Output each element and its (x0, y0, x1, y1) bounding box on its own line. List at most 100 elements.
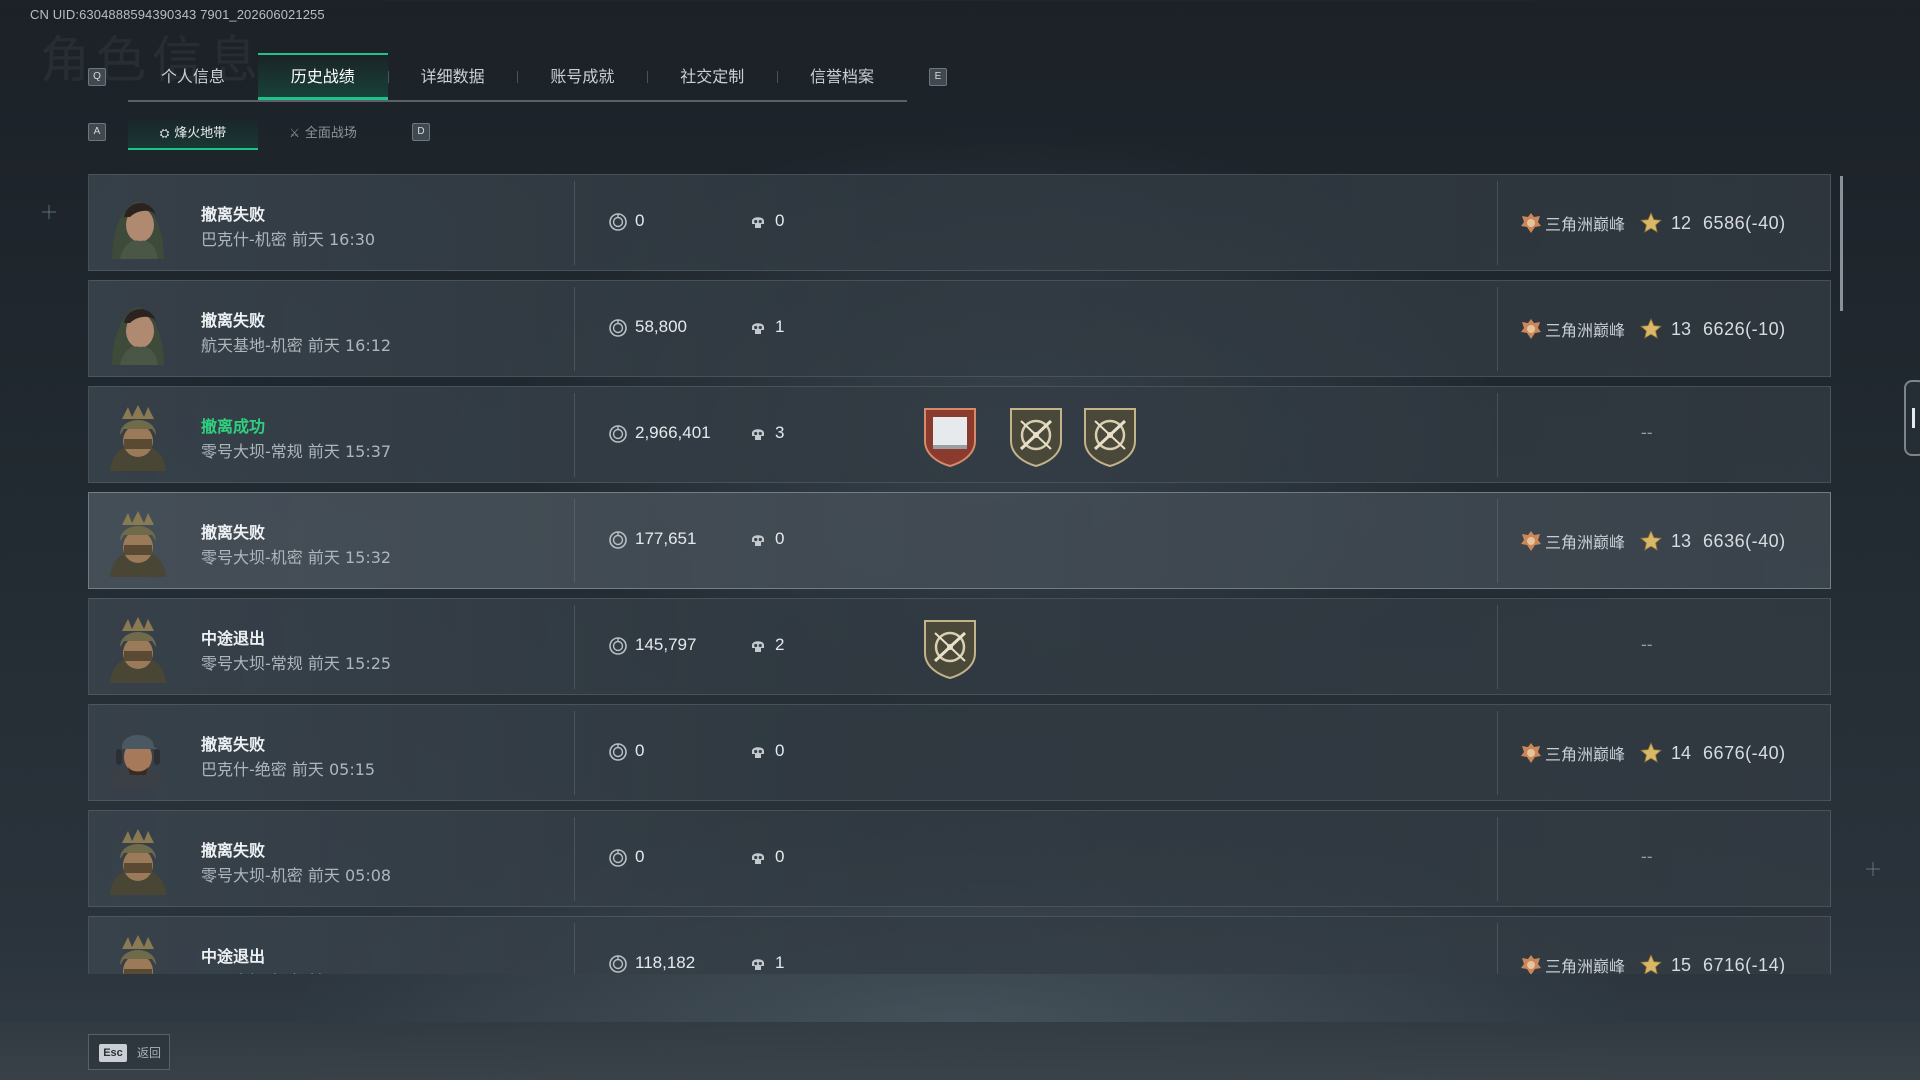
match-time: 前天 15:37 (307, 442, 392, 461)
extracted-value: 118,182 (635, 953, 696, 972)
match-time: 前天 05:08 (307, 866, 392, 885)
row-divider (574, 817, 575, 901)
match-record-row[interactable]: 撤离成功 零号大坝-常规 前天 15:37 2,966,401 3 -- (88, 386, 1831, 483)
kills-skull-icon (749, 213, 767, 231)
row-divider (574, 499, 575, 583)
match-map: 零号大坝-常规 (201, 442, 303, 461)
kills-skull-icon (749, 637, 767, 655)
scrollbar[interactable] (1840, 176, 1843, 311)
match-record-row[interactable]: 撤离失败 巴克什-绝密 前天 05:15 0 0 三角洲巅峰 14 6676(-40) (88, 704, 1831, 801)
match-record-row[interactable]: 撤离失败 巴克什-机密 前天 16:30 0 0 三角洲巅峰 12 6586(-40) (88, 174, 1831, 271)
value-coin-icon (609, 531, 627, 549)
value-coin-icon (609, 425, 627, 443)
match-time: 前天 04:55 (308, 972, 391, 974)
rank-name: 三角洲巅峰 (1545, 533, 1626, 552)
value-coin-icon (609, 955, 627, 973)
match-history-list[interactable]: 撤离失败 巴克什-机密 前天 16:30 0 0 三角洲巅峰 12 6586(-40) 撤离失… (88, 174, 1832, 974)
rank-info: 三角洲巅峰 15 6716(-14) (1519, 953, 1786, 974)
match-time: 前天 05:15 (291, 760, 376, 779)
kill-count: 2 (775, 635, 785, 654)
operator-avatar (102, 929, 174, 974)
match-map: 零号大坝-常规 (201, 654, 303, 673)
match-record-row[interactable]: 撤离失败 零号大坝-机密 前天 15:32 177,651 0 三角洲巅峰 13 6636(… (88, 492, 1831, 589)
kill-count: 0 (775, 211, 785, 230)
match-map-time: 零号大坝-常规 前天 15:37 (201, 438, 391, 462)
rank-info: 三角洲巅峰 13 6636(-40) (1519, 529, 1786, 553)
extracted-value: 177,651 (635, 529, 697, 548)
row-divider (574, 605, 575, 689)
rank-level: 13 (1671, 318, 1692, 339)
main-tabs: 个人信息 历史战绩 详细数据 账号成就 社交定制 信誉档案 (128, 53, 907, 102)
back-button[interactable]: Esc 返回 (88, 1034, 170, 1070)
star-icon (1640, 742, 1662, 763)
match-map-time: 巴克什-机密 前天 16:30 (201, 226, 375, 250)
extracted-value: 0 (635, 211, 645, 230)
rank-name: 三角洲巅峰 (1545, 321, 1626, 340)
match-status: 撤离成功 (201, 417, 266, 436)
rank-emblem-icon (1521, 955, 1541, 974)
match-time: 前天 15:25 (307, 654, 392, 673)
match-record-row[interactable]: 中途退出零号大坝-常规 前天 15:25 145,797 2 -- (88, 598, 1831, 695)
match-map-time: 零号大坝-常规 前天 15:25 (201, 650, 391, 674)
rank-emblem-icon (1521, 743, 1541, 763)
row-divider (1497, 817, 1498, 901)
extracted-value: 145,797 (635, 635, 697, 654)
tab-achievements[interactable]: 账号成就 (517, 53, 647, 100)
value-coin-icon (609, 743, 627, 761)
match-map-time: 航天基地-机密 前天 16:12 (201, 332, 391, 356)
operator-avatar (102, 187, 174, 259)
rank-emblem-icon (1521, 531, 1541, 551)
match-map: 巴克什-绝密 (201, 760, 287, 779)
decor-cross (42, 205, 56, 219)
kills-skull-icon (749, 531, 767, 549)
key-hint-a: A (88, 123, 106, 141)
match-status: 撤离失败 (201, 311, 266, 330)
subtab-warfare[interactable]: ⚔ 全面战场 (258, 116, 388, 150)
subtab-operations[interactable]: ⛭ 烽火地带 (128, 116, 258, 150)
match-record-row[interactable]: 中途退出零号大坝-机密 前天 04:55 118,182 1 三角洲巅峰 15 6716(… (88, 916, 1831, 974)
rank-points: 6586(-40) (1703, 212, 1786, 233)
match-map: 航天基地-机密 (201, 336, 303, 355)
match-time: 前天 16:30 (291, 230, 376, 249)
no-rank-placeholder: -- (1641, 635, 1653, 654)
white-shield-medal-icon[interactable] (921, 405, 979, 468)
match-record-row[interactable]: 撤离失败 零号大坝-机密 前天 05:08 0 0 -- (88, 810, 1831, 907)
match-status: 中途退出 (201, 629, 266, 648)
row-divider (1497, 711, 1498, 795)
rank-name: 三角洲巅峰 (1545, 957, 1626, 974)
match-map-time: 零号大坝-机密 前天 15:32 (201, 544, 391, 568)
warfare-icon: ⚔ (289, 126, 300, 140)
row-divider (574, 923, 575, 974)
tab-personal-info[interactable]: 个人信息 (128, 53, 258, 100)
crossed-rifle-medal-icon[interactable] (1007, 405, 1065, 468)
rank-level: 15 (1671, 954, 1692, 975)
value-coin-icon (609, 849, 627, 867)
rank-info: 三角洲巅峰 14 6676(-40) (1519, 741, 1786, 765)
operator-avatar (102, 399, 174, 471)
crossed-rifle-medal-icon[interactable] (1081, 405, 1139, 468)
tab-credit-record[interactable]: 信誉档案 (777, 53, 907, 100)
operator-avatar (102, 823, 174, 895)
uid-label: CN UID:6304888594390343 7901_20260602125… (30, 7, 325, 22)
kill-count: 0 (775, 741, 785, 760)
star-icon (1640, 212, 1662, 233)
tab-social-custom[interactable]: 社交定制 (647, 53, 777, 100)
row-divider (1497, 923, 1498, 974)
operator-avatar (102, 293, 174, 365)
crossed-rifle-medal-icon[interactable] (921, 617, 979, 680)
rank-info: 三角洲巅峰 13 6626(-10) (1519, 317, 1786, 341)
tab-match-history[interactable]: 历史战绩 (257, 53, 388, 100)
rank-level: 14 (1671, 742, 1692, 763)
key-hint-q: Q (88, 68, 106, 86)
kills-skull-icon (749, 955, 767, 973)
extracted-value: 2,966,401 (635, 423, 711, 442)
tab-detailed-data[interactable]: 详细数据 (387, 53, 518, 100)
key-hint-d: D (412, 123, 430, 141)
operator-avatar (102, 717, 174, 789)
match-record-row[interactable]: 撤离失败 航天基地-机密 前天 16:12 58,800 1 三角洲巅峰 13 6626(-… (88, 280, 1831, 377)
match-status: 撤离失败 (201, 735, 266, 754)
match-map-time: 零号大坝-机密 前天 04:55 (201, 968, 391, 974)
row-divider (574, 711, 575, 795)
match-map: 零号大坝-机密 (201, 548, 303, 567)
side-drawer-handle[interactable] (1904, 380, 1920, 456)
